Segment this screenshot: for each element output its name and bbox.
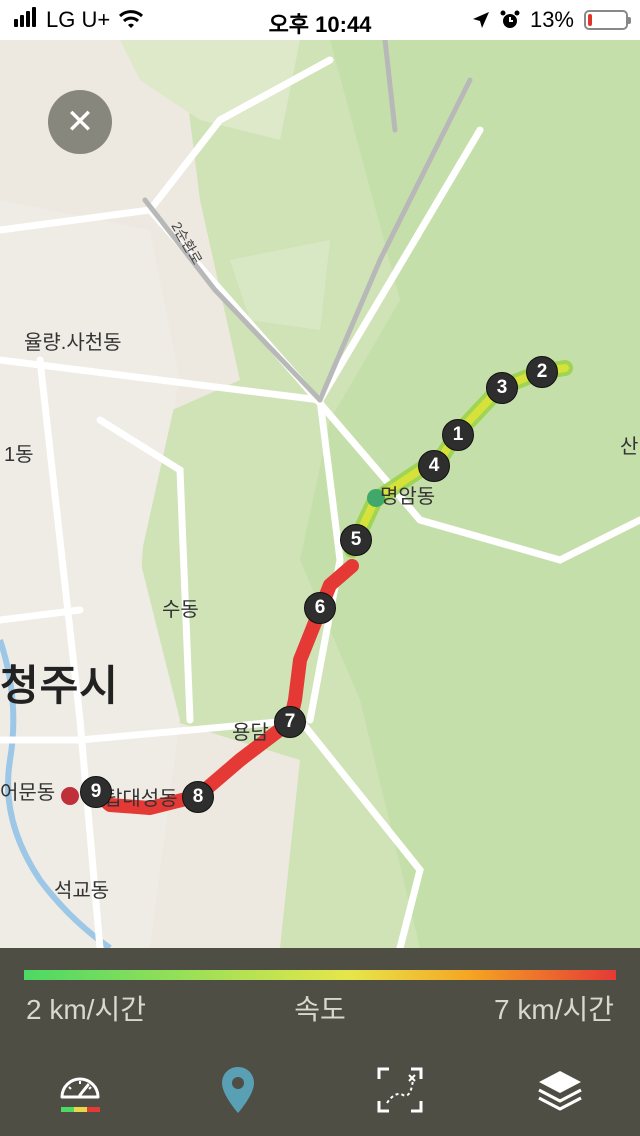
route-marker-7[interactable]: 7 bbox=[274, 706, 306, 738]
status-bar: LG U+ 오후 10:44 13% bbox=[0, 0, 640, 40]
route-marker-6[interactable]: 6 bbox=[304, 592, 336, 624]
fit-route-button[interactable] bbox=[370, 1060, 430, 1120]
legend-max: 7 km/시간 bbox=[494, 994, 614, 1025]
map-label-munyo: 어문동 bbox=[0, 782, 56, 804]
route-marker-2[interactable]: 2 bbox=[526, 356, 558, 388]
battery-icon bbox=[584, 10, 631, 30]
route-marker-9[interactable]: 9 bbox=[80, 776, 112, 808]
location-arrow-icon bbox=[472, 12, 489, 28]
route-marker-1[interactable]: 1 bbox=[442, 419, 474, 451]
battery-percent: 13% bbox=[529, 7, 574, 32]
map-label-il-dong: 1동 bbox=[4, 444, 34, 466]
layers-icon bbox=[538, 1071, 582, 1111]
alarm-icon bbox=[500, 10, 520, 28]
bottom-panel: 2 km/시간 속도 7 km/시간 bbox=[0, 948, 640, 1136]
map-expand-icon bbox=[377, 1067, 423, 1113]
map-label-san: 산 bbox=[620, 436, 639, 458]
speed-mode-button[interactable] bbox=[50, 1060, 110, 1120]
speed-gradient-bar bbox=[24, 970, 616, 980]
route-marker-3[interactable]: 3 bbox=[486, 372, 518, 404]
end-point-icon bbox=[61, 787, 79, 805]
map-canvas bbox=[0, 40, 640, 948]
map-label-daeseong: 탑대성동 bbox=[104, 788, 178, 810]
speedometer-icon bbox=[60, 1077, 100, 1112]
route-marker-8[interactable]: 8 bbox=[182, 781, 214, 813]
location-pin-icon bbox=[222, 1067, 254, 1113]
route-marker-4[interactable]: 4 bbox=[418, 450, 450, 482]
location-button[interactable] bbox=[208, 1060, 268, 1120]
route-marker-5[interactable]: 5 bbox=[340, 524, 372, 556]
bottom-toolbar bbox=[0, 1048, 640, 1136]
map-label-su-dong: 수동 bbox=[162, 599, 199, 621]
map-label-myeongam: 명암동 bbox=[380, 486, 436, 508]
map-label-cheongju: 청주시 bbox=[0, 662, 119, 709]
close-button[interactable]: ✕ bbox=[48, 90, 112, 154]
map-label-seokgyo: 석교동 bbox=[54, 880, 110, 902]
map-label-yongdam: 용담 bbox=[232, 722, 269, 744]
map-label-ryulryang: 율량.사천동 bbox=[24, 332, 122, 354]
map-view[interactable]: 율량.사천동 1동 수동 청주시 용담 어문동 석교동 명암동 탑대성동 산 2… bbox=[0, 40, 640, 948]
layers-button[interactable] bbox=[530, 1060, 590, 1120]
